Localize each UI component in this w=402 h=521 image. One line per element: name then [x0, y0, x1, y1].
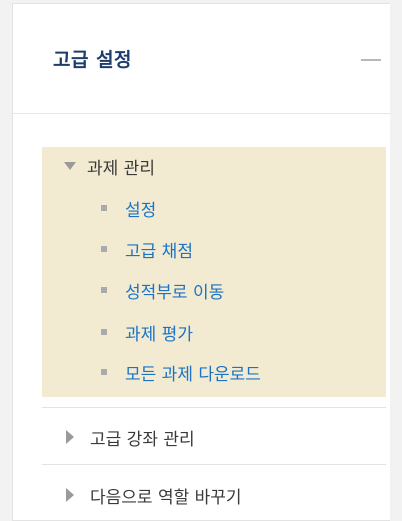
- tree-item-download-all[interactable]: 모든 과제 다운로드: [101, 357, 261, 387]
- divider: [42, 464, 386, 465]
- tree-item-settings[interactable]: 설정: [101, 193, 156, 223]
- tree-item-link[interactable]: 모든 과제 다운로드: [125, 360, 261, 385]
- square-bullet-icon: [101, 287, 107, 293]
- tree-item-link[interactable]: 고급 채점: [125, 237, 193, 262]
- triangle-right-icon[interactable]: [66, 488, 74, 502]
- square-bullet-icon: [101, 329, 107, 335]
- tree-item-link[interactable]: 설정: [125, 196, 156, 221]
- square-bullet-icon: [101, 205, 107, 211]
- tree-item-assignment-grading[interactable]: 과제 평가: [101, 317, 193, 347]
- triangle-down-icon[interactable]: [64, 162, 76, 170]
- divider: [42, 407, 386, 408]
- tree-item-link[interactable]: 과제 평가: [125, 320, 193, 345]
- tree-node-switch-role[interactable]: 다음으로 역할 바꾸기: [66, 480, 242, 510]
- square-bullet-icon: [101, 246, 107, 252]
- tree-item-advanced-grading[interactable]: 고급 채점: [101, 234, 193, 264]
- tree-node-assignment-admin[interactable]: 과제 관리: [64, 151, 155, 181]
- tree-node-label: 다음으로 역할 바꾸기: [90, 487, 242, 508]
- tree-node-course-admin[interactable]: 고급 강좌 관리: [66, 422, 195, 452]
- square-bullet-icon: [101, 369, 107, 375]
- minus-icon[interactable]: [361, 59, 381, 61]
- tree-item-link[interactable]: 성적부로 이동: [125, 278, 224, 303]
- tree-item-gradebook[interactable]: 성적부로 이동: [101, 275, 224, 305]
- triangle-right-icon[interactable]: [66, 430, 74, 444]
- block-title: 고급 설정: [53, 49, 133, 71]
- tree-node-label: 고급 강좌 관리: [90, 429, 195, 450]
- block-header: 고급 설정: [13, 4, 391, 114]
- tree-node-label: 과제 관리: [87, 158, 155, 179]
